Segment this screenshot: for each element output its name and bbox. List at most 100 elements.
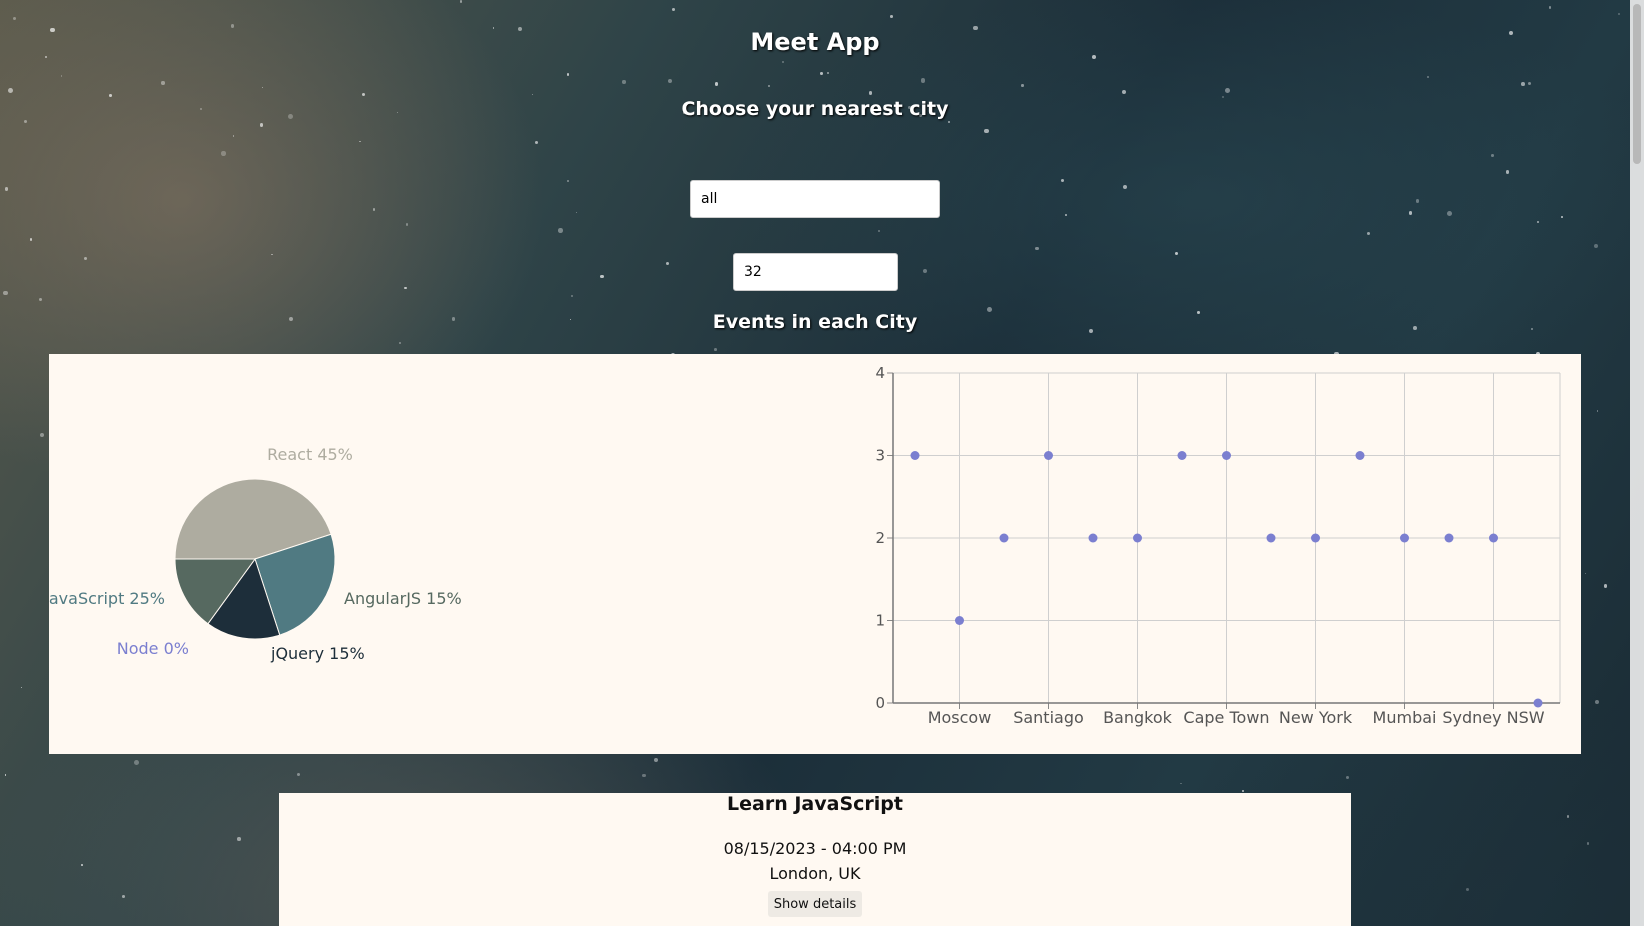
scatter-point (1533, 698, 1543, 708)
background-speck (622, 80, 626, 84)
background-speck (406, 223, 409, 226)
background-speck (259, 122, 264, 127)
background-speck (714, 347, 718, 351)
background-speck (1415, 199, 1420, 204)
number-of-events-input[interactable] (733, 253, 898, 291)
show-details-button[interactable]: Show details (768, 891, 862, 917)
scatter-point (1444, 533, 1454, 543)
events-chart-heading: Events in each City (712, 311, 918, 333)
scatter-point (910, 451, 920, 460)
background-speck (84, 257, 88, 261)
background-speck (1549, 6, 1552, 9)
background-speck (1521, 82, 1525, 86)
background-speck (1527, 82, 1531, 86)
background-speck (237, 837, 241, 841)
scatter-point (1355, 451, 1365, 460)
events-per-city-scatter-chart: 0 1 2 3 4 Moscow Santiago Bangkok Cape Town New Y… (875, 364, 1561, 727)
background-speck (948, 121, 951, 124)
background-speck (1366, 232, 1370, 236)
scatter-ytick-label: 4 (875, 364, 885, 382)
event-title: Learn JavaScript (727, 793, 903, 815)
scatter-point (1133, 533, 1142, 543)
background-speck (44, 55, 47, 59)
background-speck (1035, 246, 1040, 251)
background-speck (12, 16, 17, 21)
background-speck (1617, 13, 1620, 16)
background-speck (359, 140, 361, 143)
background-speck (642, 773, 646, 778)
background-speck (1447, 210, 1453, 216)
background-speck (653, 757, 659, 763)
background-speck (571, 295, 574, 298)
background-speck (108, 94, 112, 97)
background-speck (1241, 789, 1245, 792)
background-speck (39, 432, 44, 437)
background-speck (1560, 216, 1563, 219)
background-speck (362, 93, 366, 97)
background-speck (531, 93, 533, 96)
scatter-point (1222, 451, 1231, 460)
scatter-point (1311, 533, 1320, 543)
scatter-ytick-label: 0 (875, 694, 885, 712)
background-speck (1491, 154, 1495, 157)
background-speck (782, 61, 785, 64)
background-speck (1180, 782, 1182, 785)
background-speck (671, 7, 675, 11)
scatter-point (1044, 451, 1053, 460)
scatter-xtick-label: New York (1279, 708, 1353, 727)
background-speck (1121, 90, 1126, 95)
background-speck (1345, 775, 1349, 779)
background-speck (1594, 699, 1600, 704)
background-speck (1603, 584, 1607, 588)
background-speck (1596, 410, 1599, 412)
background-speck (1505, 169, 1510, 174)
background-speck (567, 180, 570, 183)
background-speck (922, 268, 928, 273)
charts-panel: React 45% JavaScript 25% Node 0% jQuery 15%… (49, 354, 1581, 754)
event-location: London, UK (769, 864, 861, 883)
background-speck (1122, 185, 1127, 190)
scatter-point (1266, 533, 1276, 543)
vertical-scrollbar[interactable] (1630, 0, 1644, 926)
scatter-xtick-label: Cape Town (1183, 708, 1269, 727)
scatter-xtick-label: Bangkok (1103, 708, 1173, 727)
app-title: Meet App (750, 28, 880, 56)
background-speck (1021, 84, 1024, 87)
background-speck (8, 88, 14, 94)
background-speck (271, 253, 273, 256)
city-search-input[interactable] (690, 180, 940, 218)
background-speck (81, 863, 83, 866)
background-speck (1060, 178, 1065, 183)
scatter-xtick-label: Sydney NSW (1442, 708, 1544, 727)
background-speck (399, 342, 401, 345)
background-speck (122, 894, 125, 898)
background-speck (1408, 211, 1413, 216)
scatter-point (999, 533, 1009, 543)
background-speck (826, 72, 830, 75)
background-speck (29, 238, 32, 241)
background-speck (221, 151, 226, 156)
background-speck (2, 290, 8, 296)
background-speck (567, 73, 570, 76)
city-search-heading: Choose your nearest city (681, 98, 949, 120)
background-speck (665, 261, 669, 266)
background-speck (1586, 842, 1590, 846)
background-speck (459, 0, 463, 3)
background-speck (233, 135, 235, 137)
background-speck (667, 79, 672, 84)
background-speck (714, 82, 718, 86)
background-speck (920, 78, 926, 83)
background-speck (768, 85, 771, 88)
scatter-ytick-label: 1 (875, 612, 885, 630)
background-speck (23, 119, 28, 124)
background-speck (296, 772, 300, 776)
background-speck (1224, 88, 1230, 93)
scatter-point (1400, 533, 1409, 543)
background-speck (1174, 251, 1178, 255)
event-card: Learn JavaScript 08/15/2023 - 04:00 PM L… (279, 793, 1351, 926)
background-speck (372, 207, 376, 211)
scatter-xtick-label: Moscow (928, 708, 992, 727)
background-speck (1585, 572, 1587, 574)
scrollbar-thumb[interactable] (1633, 4, 1641, 164)
background-speck (1465, 888, 1469, 892)
